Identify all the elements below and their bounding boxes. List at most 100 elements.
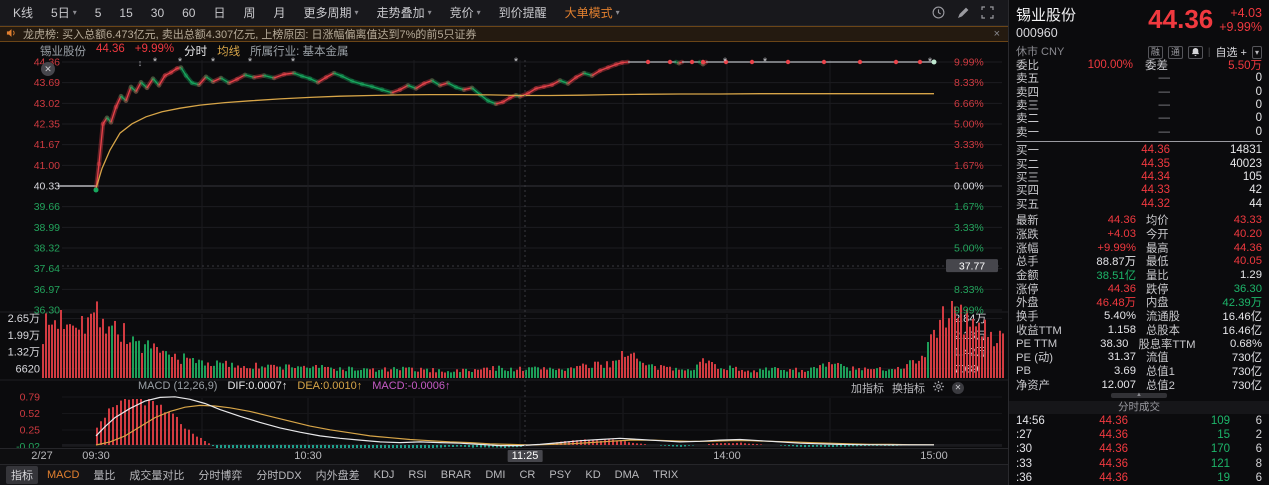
svg-text:36.97: 36.97	[34, 284, 60, 296]
toolbar-item-更多周期[interactable]: 更多周期 ▾	[295, 4, 368, 21]
tick-count: 2	[1255, 428, 1262, 441]
last-price: 44.36	[1148, 4, 1214, 34]
tab-量比[interactable]: 量比	[88, 466, 120, 484]
tick-volume: 170	[1210, 443, 1230, 456]
ask-row[interactable]: 卖二 —0	[1016, 112, 1262, 125]
legend-price-line[interactable]: 分时	[184, 43, 207, 59]
bid-volume: 42	[1249, 184, 1262, 197]
tab-RSI[interactable]: RSI	[403, 468, 431, 482]
ask-row[interactable]: 卖五 —0	[1016, 72, 1262, 85]
svg-text:6.66%: 6.66%	[954, 98, 984, 110]
toolbar-item-大单模式[interactable]: 大单模式 ▾	[556, 4, 629, 21]
close-indicator-icon[interactable]: ✕	[952, 382, 964, 394]
tick-price: 44.36	[1099, 457, 1128, 470]
tick-price: 44.36	[1099, 414, 1128, 427]
svg-text:*: *	[723, 56, 728, 68]
svg-text:8.33%: 8.33%	[954, 77, 984, 89]
tab-MACD[interactable]: MACD	[42, 468, 84, 482]
overlay-close-icon[interactable]: ✕	[41, 62, 55, 76]
svg-text:37.77: 37.77	[959, 261, 985, 273]
time-label-2/27: 2/27	[31, 450, 53, 462]
watchlist-caret-icon[interactable]: ▾	[1251, 45, 1262, 59]
macd-title: MACD (12,26,9)	[138, 380, 218, 392]
tab-DMA[interactable]: DMA	[610, 468, 644, 482]
tick-time: :27	[1016, 428, 1032, 441]
toolbar-item-15[interactable]: 15	[110, 6, 141, 20]
tick-row: :27 44.36 15 2	[1016, 428, 1262, 442]
svg-text:38.99: 38.99	[34, 222, 60, 234]
toolbar-item-5日[interactable]: 5日 ▾	[42, 4, 86, 21]
time-label-15:00: 15:00	[920, 450, 948, 462]
tab-CR[interactable]: CR	[514, 468, 540, 482]
chevron-down-icon: ▾	[427, 8, 432, 17]
gear-icon[interactable]	[933, 381, 944, 395]
stats-grid: 最新 44.36 均价 43.33 涨跌 +4.03 今开 40.20 涨幅 +9.99% 最高 44…	[1016, 214, 1262, 392]
clock-icon[interactable]	[932, 6, 945, 19]
alert-bell-icon[interactable]	[1187, 45, 1203, 59]
ask-volume: 0	[1255, 72, 1262, 85]
bid-row[interactable]: 买一 44.36 14831	[1016, 144, 1262, 157]
bid-price: 44.34	[1141, 171, 1170, 184]
tab-KD[interactable]: KD	[580, 468, 605, 482]
bid-row[interactable]: 买三 44.34 105	[1016, 170, 1262, 184]
toolbar-item-月[interactable]: 月	[265, 4, 295, 21]
indicator-tab-bar: 指标 MACD 量比 成交量对比 分时博弈 分时DDX 内外盘差 KDJ RSI BRAR DMI C…	[0, 464, 1008, 485]
stat-label: 收益TTM	[1016, 324, 1062, 337]
tick-count: 8	[1255, 457, 1262, 470]
tab-TRIX[interactable]: TRIX	[648, 468, 683, 482]
svg-text:43.69: 43.69	[34, 77, 60, 89]
tick-row: 14:56 44.36 109 6	[1016, 414, 1262, 428]
ask-volume: 0	[1255, 85, 1262, 98]
svg-text:1.99万: 1.99万	[8, 330, 40, 342]
bid-row[interactable]: 买四 44.33 42	[1016, 184, 1262, 197]
news-close-icon[interactable]: ×	[994, 28, 1000, 40]
pencil-icon[interactable]	[957, 7, 969, 19]
toolbar-item-周[interactable]: 周	[235, 4, 265, 21]
add-watchlist-button[interactable]: 自选 +	[1216, 44, 1247, 60]
bid-row[interactable]: 买五 44.32 44	[1016, 197, 1262, 211]
panel-collapse-handle[interactable]: ▲	[1016, 392, 1262, 398]
toolbar-item-30[interactable]: 30	[142, 6, 173, 20]
tab-指标[interactable]: 指标	[6, 466, 38, 484]
ask-volume: 0	[1255, 99, 1262, 112]
stat-label: 净资产	[1016, 379, 1050, 392]
tab-分时DDX[interactable]: 分时DDX	[251, 466, 306, 484]
bid-row[interactable]: 买二 44.35 40023	[1016, 157, 1262, 171]
toolbar-item-竞价[interactable]: 竞价 ▾	[441, 4, 490, 21]
add-indicator-button[interactable]: 加指标	[851, 380, 884, 396]
toolbar-item-到价提醒[interactable]: 到价提醒	[490, 4, 556, 21]
ask-row[interactable]: 卖三 —0	[1016, 98, 1262, 112]
tab-内外盘差[interactable]: 内外盘差	[311, 466, 365, 484]
tab-分时博弈[interactable]: 分时博弈	[193, 466, 247, 484]
toolbar-item-60[interactable]: 60	[173, 6, 204, 20]
ask-row[interactable]: 卖一 — 0	[1016, 125, 1262, 139]
tick-volume: 121	[1210, 457, 1230, 470]
industry-link[interactable]: 所属行业: 基本金属	[250, 43, 348, 59]
expand-icon[interactable]	[981, 6, 994, 19]
stat-label: PE (动)	[1016, 352, 1054, 365]
tab-DMI[interactable]: DMI	[480, 468, 510, 482]
tab-成交量对比[interactable]: 成交量对比	[124, 466, 189, 484]
ask-price: —	[1158, 72, 1171, 85]
toolbar-item-K线[interactable]: K线	[4, 4, 42, 21]
tick-volume: 109	[1210, 414, 1230, 427]
stat-value: 1.29	[1240, 269, 1262, 282]
switch-indicator-button[interactable]: 换指标	[892, 380, 925, 396]
toolbar-item-走势叠加[interactable]: 走势叠加 ▾	[368, 4, 441, 21]
svg-text:9.99%: 9.99%	[954, 305, 984, 317]
time-label-14:00: 14:00	[713, 450, 741, 462]
chart-pct: +9.99%	[134, 43, 175, 55]
toolbar-item-5[interactable]: 5	[86, 6, 111, 20]
bid-volume: 40023	[1230, 157, 1262, 170]
legend-avg-line[interactable]: 均线	[217, 43, 240, 59]
toolbar-item-日[interactable]: 日	[204, 4, 234, 21]
tab-KDJ[interactable]: KDJ	[369, 468, 400, 482]
bid-volume: 44	[1249, 197, 1262, 210]
ask-price: —	[1158, 125, 1171, 138]
tab-BRAR[interactable]: BRAR	[436, 468, 477, 482]
stat-value: 43.33	[1233, 214, 1262, 227]
ask-row[interactable]: 卖四 —0	[1016, 85, 1262, 99]
macd-dea-value: DEA:0.0010↑	[297, 380, 363, 392]
svg-text:1.67%: 1.67%	[954, 160, 984, 172]
tab-PSY[interactable]: PSY	[544, 468, 576, 482]
